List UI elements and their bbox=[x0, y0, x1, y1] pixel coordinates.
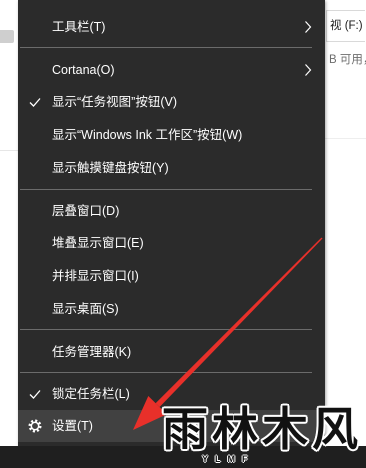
drive-tile[interactable]: 视 (F:) bbox=[326, 10, 365, 42]
menu-item-label: 设置(T) bbox=[52, 419, 93, 433]
menu-item-show-windows-ink[interactable]: 显示“Windows Ink 工作区”按钮(W) bbox=[18, 119, 325, 151]
menu-item-label: 显示“任务视图”按钮(V) bbox=[52, 95, 177, 109]
menu-item-label: 显示触摸键盘按钮(Y) bbox=[52, 161, 169, 175]
menu-item-label: 层叠窗口(D) bbox=[52, 204, 120, 218]
watermark-logo: 雨林木风 YLMF bbox=[162, 404, 366, 468]
menu-item-toolbars[interactable]: 工具栏(T) bbox=[18, 11, 325, 43]
menu-item-label: 工具栏(T) bbox=[52, 20, 106, 34]
menu-item-label: 显示桌面(S) bbox=[52, 302, 119, 316]
checkmark-icon bbox=[28, 95, 42, 109]
menu-item-label: 堆叠显示窗口(E) bbox=[52, 236, 144, 250]
menu-separator bbox=[20, 329, 312, 330]
chevron-right-icon bbox=[304, 63, 312, 77]
menu-item-cascade-windows[interactable]: 层叠窗口(D) bbox=[18, 195, 325, 227]
taskbar-context-menu: 工具栏(T) Cortana(O) 显示“任务视图”按钮(V) 显示“Windo… bbox=[18, 0, 325, 446]
watermark-subtext: YLMF bbox=[202, 454, 255, 464]
menu-item-stack-windows[interactable]: 堆叠显示窗口(E) bbox=[18, 227, 325, 259]
checkmark-icon bbox=[28, 387, 42, 401]
drive-icon bbox=[0, 30, 14, 43]
menu-item-show-desktop[interactable]: 显示桌面(S) bbox=[18, 293, 325, 325]
menu-item-task-manager[interactable]: 任务管理器(K) bbox=[18, 336, 325, 368]
menu-item-side-by-side-windows[interactable]: 并排显示窗口(I) bbox=[18, 260, 325, 292]
menu-separator bbox=[20, 47, 312, 48]
menu-item-label: 显示“Windows Ink 工作区”按钮(W) bbox=[52, 128, 243, 142]
menu-separator bbox=[20, 372, 312, 373]
divider bbox=[325, 138, 366, 139]
drive-free-space: B 可用， bbox=[329, 54, 366, 66]
menu-item-label: 任务管理器(K) bbox=[52, 345, 132, 359]
watermark-text: 雨林木风 bbox=[162, 403, 362, 455]
divider bbox=[0, 150, 18, 151]
menu-separator bbox=[20, 189, 312, 190]
gear-icon bbox=[28, 419, 42, 433]
menu-item-label: 锁定任务栏(L) bbox=[52, 387, 130, 401]
menu-item-label: Cortana(O) bbox=[52, 63, 115, 77]
menu-item-show-task-view[interactable]: 显示“任务视图”按钮(V) bbox=[18, 86, 325, 118]
menu-item-label: 并排显示窗口(I) bbox=[52, 269, 139, 283]
menu-item-cortana[interactable]: Cortana(O) bbox=[18, 54, 325, 86]
chevron-right-icon bbox=[304, 20, 312, 34]
menu-item-show-touch-keyboard[interactable]: 显示触摸键盘按钮(Y) bbox=[18, 152, 325, 184]
drive-label: 视 (F:) bbox=[330, 20, 363, 32]
